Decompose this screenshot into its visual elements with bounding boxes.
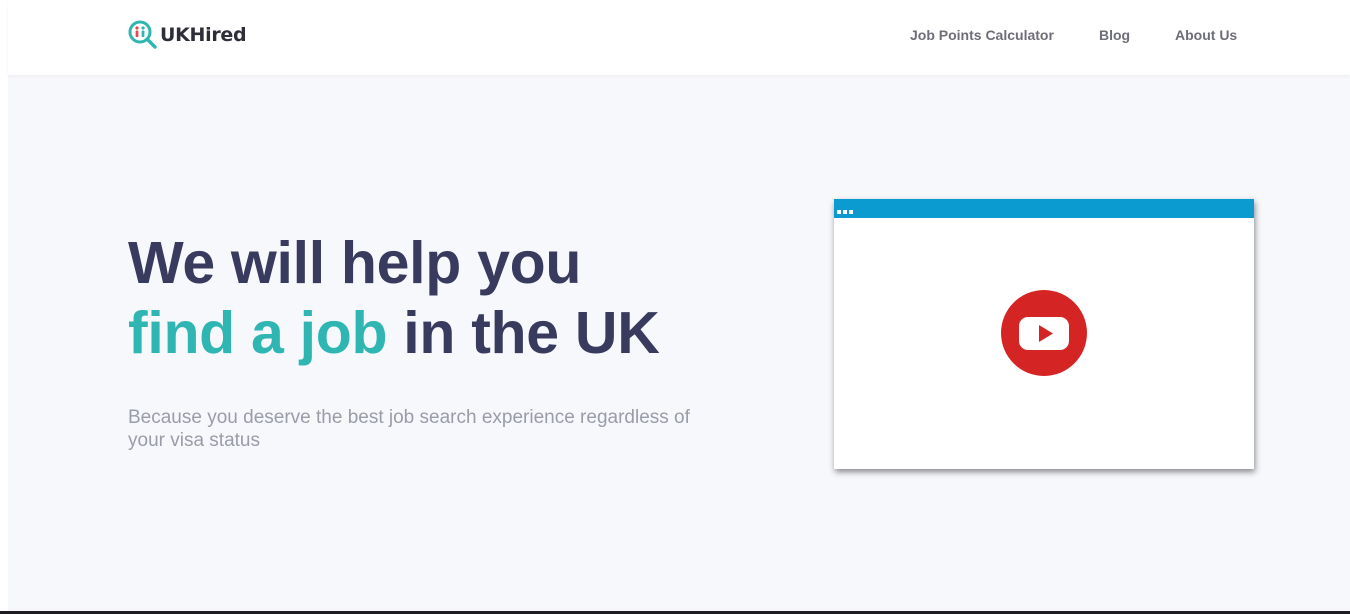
window-dots-icon: [837, 210, 855, 214]
magnifier-person-logo-icon: [128, 20, 157, 49]
page: UKHired Job Points Calculator Blog About…: [0, 0, 1350, 614]
video-title-bar: [834, 199, 1254, 218]
site-header: UKHired Job Points Calculator Blog About…: [8, 0, 1350, 75]
nav-blog[interactable]: Blog: [1099, 27, 1130, 43]
headline-accent: find a job: [128, 300, 388, 366]
hero-subtitle: Because you deserve the best job search …: [128, 407, 690, 451]
nav-about-us[interactable]: About Us: [1175, 27, 1237, 43]
video-player[interactable]: [834, 199, 1254, 469]
logo-link[interactable]: UKHired: [127, 19, 247, 51]
headline-line-1: We will help you: [128, 230, 582, 296]
headline-line-2-rest: in the UK: [387, 300, 660, 366]
hero-headline: We will help you find a job in the UK: [128, 228, 660, 368]
nav-job-points-calculator[interactable]: Job Points Calculator: [910, 27, 1054, 43]
youtube-play-icon[interactable]: [1001, 290, 1087, 376]
logo-text: UKHired: [160, 24, 247, 46]
